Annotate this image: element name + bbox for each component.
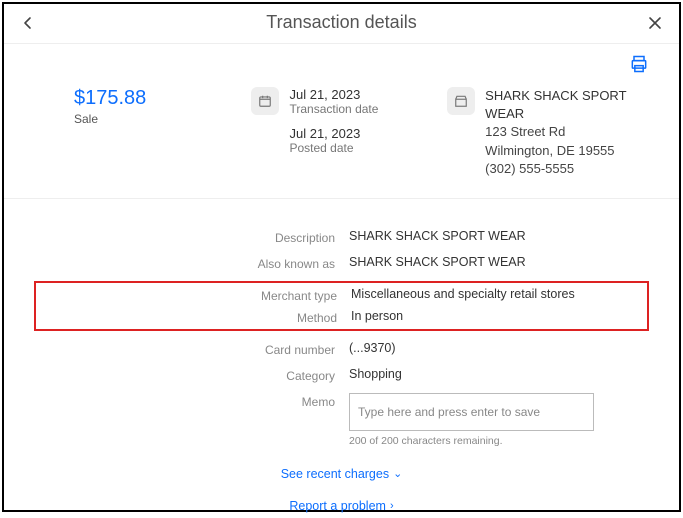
print-icon[interactable] — [629, 54, 649, 79]
merchant-type-label: Merchant type — [36, 287, 351, 303]
see-recent-charges-link[interactable]: See recent charges ⌄ — [281, 467, 403, 481]
chevron-right-icon: › — [390, 500, 394, 512]
memo-input[interactable]: Type here and press enter to save — [349, 393, 594, 431]
merchant-name: SHARK SHACK SPORT WEAR — [485, 87, 649, 123]
calendar-icon — [251, 87, 279, 115]
card-number-value: (...9370) — [349, 341, 649, 355]
transaction-type: Sale — [74, 112, 251, 126]
recent-charges-label: See recent charges — [281, 467, 389, 481]
description-label: Description — [34, 229, 349, 245]
aka-label: Also known as — [34, 255, 349, 271]
card-number-label: Card number — [34, 341, 349, 357]
close-button[interactable] — [645, 13, 665, 33]
method-value: In person — [351, 309, 647, 323]
category-value: Shopping — [349, 367, 649, 381]
chevron-down-icon: ⌄ — [393, 467, 402, 480]
store-icon — [447, 87, 475, 115]
report-problem-label: Report a problem — [289, 499, 386, 513]
merchant-address-line1: 123 Street Rd — [485, 123, 649, 141]
transaction-amount: $175.88 — [74, 87, 251, 110]
report-problem-link[interactable]: Report a problem › — [289, 499, 393, 513]
aka-value: SHARK SHACK SPORT WEAR — [349, 255, 649, 269]
memo-label: Memo — [34, 393, 349, 409]
page-title: Transaction details — [38, 12, 645, 33]
merchant-type-value: Miscellaneous and specialty retail store… — [351, 287, 647, 301]
highlighted-section: Merchant type Miscellaneous and specialt… — [34, 281, 649, 331]
posted-date: Jul 21, 2023 — [289, 126, 378, 141]
transaction-date: Jul 21, 2023 — [289, 87, 378, 102]
transaction-date-label: Transaction date — [289, 102, 378, 116]
method-label: Method — [36, 309, 351, 325]
back-button[interactable] — [18, 13, 38, 33]
category-label: Category — [34, 367, 349, 383]
memo-char-count: 200 of 200 characters remaining. — [349, 435, 594, 447]
merchant-phone: (302) 555-5555 — [485, 160, 649, 178]
description-value: SHARK SHACK SPORT WEAR — [349, 229, 649, 243]
posted-date-label: Posted date — [289, 141, 378, 155]
merchant-address-line2: Wilmington, DE 19555 — [485, 142, 649, 160]
